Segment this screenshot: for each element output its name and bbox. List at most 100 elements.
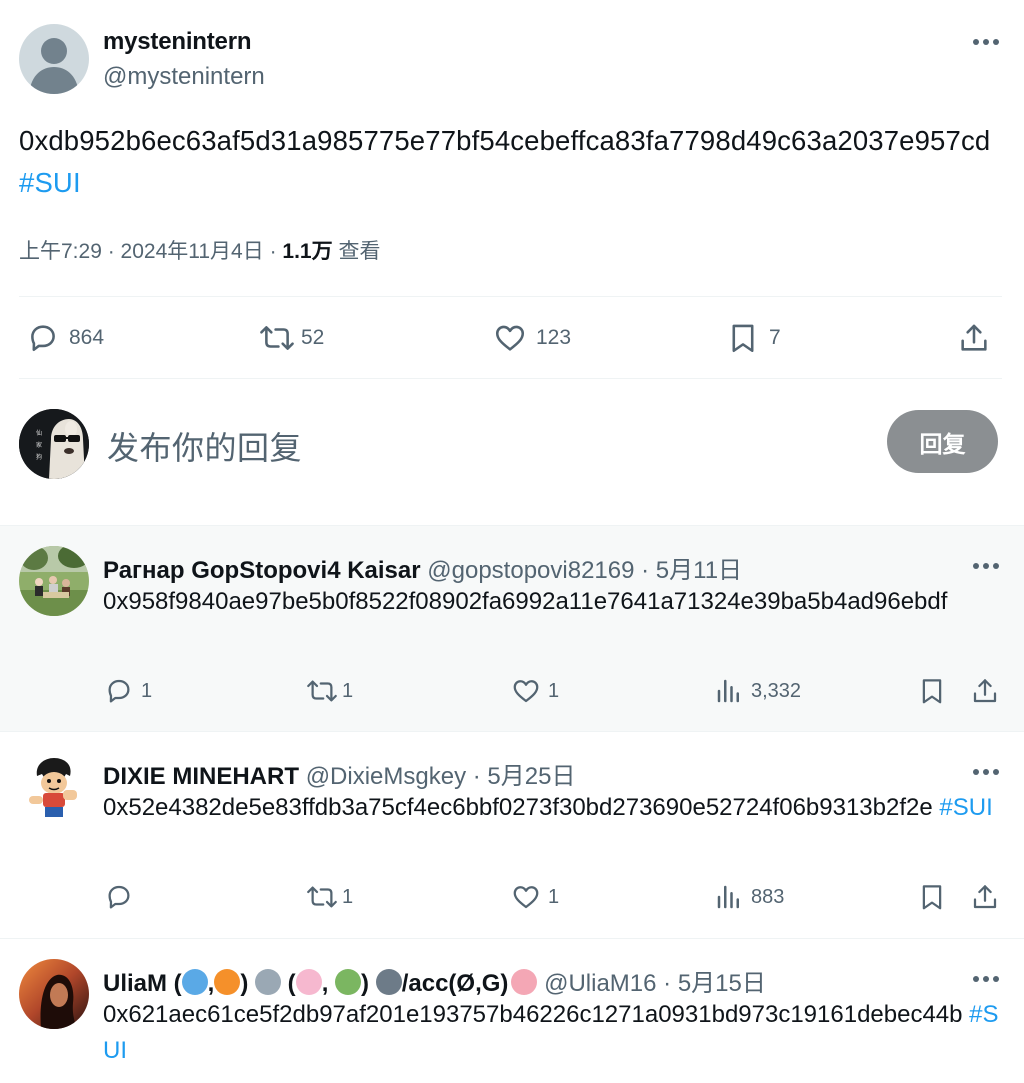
author-name[interactable]: mystenintern bbox=[103, 28, 252, 56]
reply-tweet[interactable]: Рагнар GopStopovi4 Kaisar @gopstopovi821… bbox=[0, 526, 1024, 731]
reply-actions: 1 1 1 3,332 bbox=[0, 676, 1024, 712]
bookmark-icon bbox=[726, 321, 760, 355]
share-icon bbox=[957, 321, 991, 355]
share-icon bbox=[970, 676, 1000, 706]
reply-address: 0x958f9840ae97be5b0f8522f08902fa6992a11e… bbox=[103, 588, 948, 615]
svg-text:仙: 仙 bbox=[36, 429, 42, 437]
hashtag-link[interactable]: #SUI bbox=[939, 794, 992, 821]
views-action[interactable]: 3,332 bbox=[714, 676, 801, 706]
reply-address: 0x621aec61ce5f2db97af201e193757b46226c12… bbox=[103, 1001, 963, 1028]
repost-icon bbox=[258, 321, 294, 355]
share-action[interactable] bbox=[970, 676, 1000, 706]
views-count: 883 bbox=[751, 885, 785, 908]
reply-date[interactable]: · 5月11日 bbox=[641, 557, 742, 584]
bookmark-action[interactable]: 7 bbox=[726, 321, 781, 355]
name-text: ) bbox=[240, 970, 256, 997]
reply-count: 1 bbox=[141, 679, 153, 702]
herb-icon bbox=[335, 969, 362, 995]
bookmark-icon bbox=[917, 676, 947, 706]
reply-author-name[interactable]: UliaM (,) (, ) /acc(Ø,G) bbox=[103, 969, 538, 997]
reply-avatar[interactable] bbox=[19, 546, 89, 616]
share-icon bbox=[970, 882, 1000, 912]
repost-icon bbox=[305, 882, 337, 912]
bookmark-action[interactable] bbox=[917, 676, 947, 706]
share-action[interactable] bbox=[957, 321, 991, 355]
svg-text:狗: 狗 bbox=[36, 453, 42, 461]
seal-icon bbox=[375, 969, 402, 995]
repost-icon bbox=[305, 676, 337, 706]
repost-action[interactable]: 1 bbox=[305, 882, 353, 912]
author-handle[interactable]: @mystenintern bbox=[103, 63, 265, 91]
reply-author-handle[interactable]: @gopstopovi82169 bbox=[427, 557, 634, 584]
reply-date[interactable]: · 5月15日 bbox=[663, 970, 766, 997]
comment-icon bbox=[104, 882, 134, 912]
reply-author-handle[interactable]: @DixieMsgkey bbox=[306, 763, 466, 790]
heart-icon bbox=[493, 321, 527, 355]
bookmark-icon bbox=[917, 882, 947, 912]
cherry-blossom-icon bbox=[295, 969, 322, 995]
blue-heart-icon bbox=[181, 969, 208, 995]
reply-tweet[interactable]: UliaM (,) (, ) /acc(Ø,G) @UliaM16 · 5月15… bbox=[0, 939, 1024, 1083]
reply-action[interactable]: 1 bbox=[104, 676, 152, 706]
repost-action[interactable]: 52 bbox=[258, 321, 324, 355]
views-count: 1.1万 bbox=[282, 240, 333, 263]
more-icon[interactable] bbox=[968, 967, 1004, 991]
share-action[interactable] bbox=[970, 882, 1000, 912]
repost-count: 52 bbox=[301, 326, 325, 349]
more-icon[interactable] bbox=[968, 760, 1004, 784]
name-text: ) bbox=[361, 970, 376, 997]
reply-avatar[interactable] bbox=[19, 959, 89, 1029]
name-text: , bbox=[321, 970, 336, 997]
tweet-timestamp[interactable]: 上午7:29 · 2024年11月4日 · bbox=[19, 240, 282, 263]
repost-action[interactable]: 1 bbox=[305, 676, 353, 706]
current-user-avatar[interactable]: 仙 家 狗 bbox=[19, 409, 89, 479]
main-tweet: mystenintern @mystenintern 0xdb952b6ec63… bbox=[0, 0, 1024, 525]
reply-text: 0x958f9840ae97be5b0f8522f08902fa6992a11e… bbox=[103, 584, 1003, 620]
reply-header: Рагнар GopStopovi4 Kaisar @gopstopovi821… bbox=[103, 550, 742, 585]
repost-count: 1 bbox=[342, 679, 354, 702]
like-action[interactable]: 123 bbox=[493, 321, 571, 355]
heart-icon bbox=[511, 676, 541, 706]
name-text: ( bbox=[281, 970, 296, 997]
orange-heart-icon bbox=[214, 969, 241, 995]
reply-author-name[interactable]: DIXIE MINEHART bbox=[103, 763, 299, 790]
like-action[interactable]: 1 bbox=[511, 676, 559, 706]
reply-date[interactable]: · 5月25日 bbox=[473, 763, 576, 790]
reply-tweet[interactable]: DIXIE MINEHART @DixieMsgkey · 5月25日 0x52… bbox=[0, 732, 1024, 938]
reply-author-name[interactable]: Рагнар GopStopovi4 Kaisar bbox=[103, 557, 421, 584]
reply-submit-button[interactable]: 回复 bbox=[887, 410, 998, 473]
reply-text: 0x52e4382de5e83ffdb3a75cf4ec6bbf0273f30b… bbox=[103, 790, 1003, 826]
name-text: UliaM ( bbox=[103, 970, 182, 997]
divider bbox=[19, 296, 1002, 297]
reply-actions: 1 1 883 bbox=[0, 882, 1024, 918]
views-label: 查看 bbox=[332, 240, 381, 263]
pig-nose-icon bbox=[511, 969, 538, 995]
more-icon[interactable] bbox=[968, 554, 1004, 578]
author-avatar[interactable] bbox=[19, 24, 89, 94]
reply-address: 0x52e4382de5e83ffdb3a75cf4ec6bbf0273f30b… bbox=[103, 794, 933, 821]
views-icon bbox=[714, 676, 744, 706]
comment-icon bbox=[104, 676, 134, 706]
name-text: , bbox=[207, 970, 215, 997]
more-icon[interactable] bbox=[968, 30, 1004, 54]
like-count: 1 bbox=[548, 679, 560, 702]
reply-input[interactable]: 发布你的回复 bbox=[107, 423, 302, 469]
views-action[interactable]: 883 bbox=[714, 882, 784, 912]
tweet-meta: 上午7:29 · 2024年11月4日 · 1.1万 查看 bbox=[19, 235, 380, 265]
views-icon bbox=[714, 882, 744, 912]
reply-action[interactable]: 864 bbox=[26, 321, 104, 355]
like-action[interactable]: 1 bbox=[511, 882, 559, 912]
reply-header: UliaM (,) (, ) /acc(Ø,G) @UliaM16 · 5月15… bbox=[103, 963, 766, 998]
svg-text:家: 家 bbox=[36, 441, 42, 449]
hashtag-link[interactable]: #SUI bbox=[19, 167, 81, 198]
bookmark-action[interactable] bbox=[917, 882, 947, 912]
views-count: 3,332 bbox=[751, 679, 802, 702]
like-count: 1 bbox=[548, 885, 560, 908]
reply-avatar[interactable] bbox=[19, 752, 89, 822]
name-text: /acc(Ø,G) bbox=[401, 970, 509, 997]
divider bbox=[19, 378, 1002, 379]
tweet-text: 0xdb952b6ec63af5d31a985775e77bf54cebeffc… bbox=[19, 120, 1004, 204]
reply-author-handle[interactable]: @UliaM16 bbox=[544, 970, 656, 997]
bookmark-count: 7 bbox=[769, 326, 781, 349]
reply-action[interactable] bbox=[104, 882, 141, 912]
